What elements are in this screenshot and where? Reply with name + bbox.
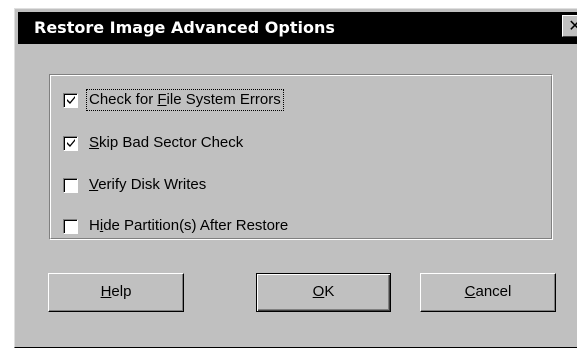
skip-bad-sector-check-checkbox[interactable] (63, 135, 78, 151)
check-file-system-errors-checkbox[interactable] (63, 92, 78, 108)
close-icon: ✕ (568, 16, 577, 35)
check-file-system-errors-option[interactable]: Check for File System Errors (63, 88, 284, 112)
checkmark-icon (67, 95, 75, 104)
hide-partitions-after-restore-checkbox[interactable] (63, 218, 78, 234)
ok-button[interactable]: OK (256, 273, 391, 312)
skip-bad-sector-check-label[interactable]: Skip Bad Sector Check (87, 133, 245, 153)
skip-bad-sector-check-option[interactable]: Skip Bad Sector Check (63, 131, 245, 155)
hide-partitions-after-restore-option[interactable]: Hide Partition(s) After Restore (63, 214, 290, 238)
verify-disk-writes-option[interactable]: Verify Disk Writes (63, 173, 208, 197)
dialog-title: Restore Image Advanced Options (34, 18, 335, 37)
restore-image-advanced-options-dialog: Restore Image Advanced Options ✕ Check f… (14, 8, 577, 348)
verify-disk-writes-checkbox[interactable] (63, 177, 78, 193)
hide-partitions-after-restore-label[interactable]: Hide Partition(s) After Restore (87, 216, 290, 236)
checkmark-icon (67, 138, 75, 147)
help-button[interactable]: Help (48, 273, 184, 312)
title-bar[interactable]: Restore Image Advanced Options (18, 12, 577, 44)
verify-disk-writes-label[interactable]: Verify Disk Writes (87, 175, 208, 195)
close-button[interactable]: ✕ (562, 15, 577, 37)
cancel-button[interactable]: Cancel (420, 273, 556, 312)
check-file-system-errors-label[interactable]: Check for File System Errors (86, 89, 284, 111)
